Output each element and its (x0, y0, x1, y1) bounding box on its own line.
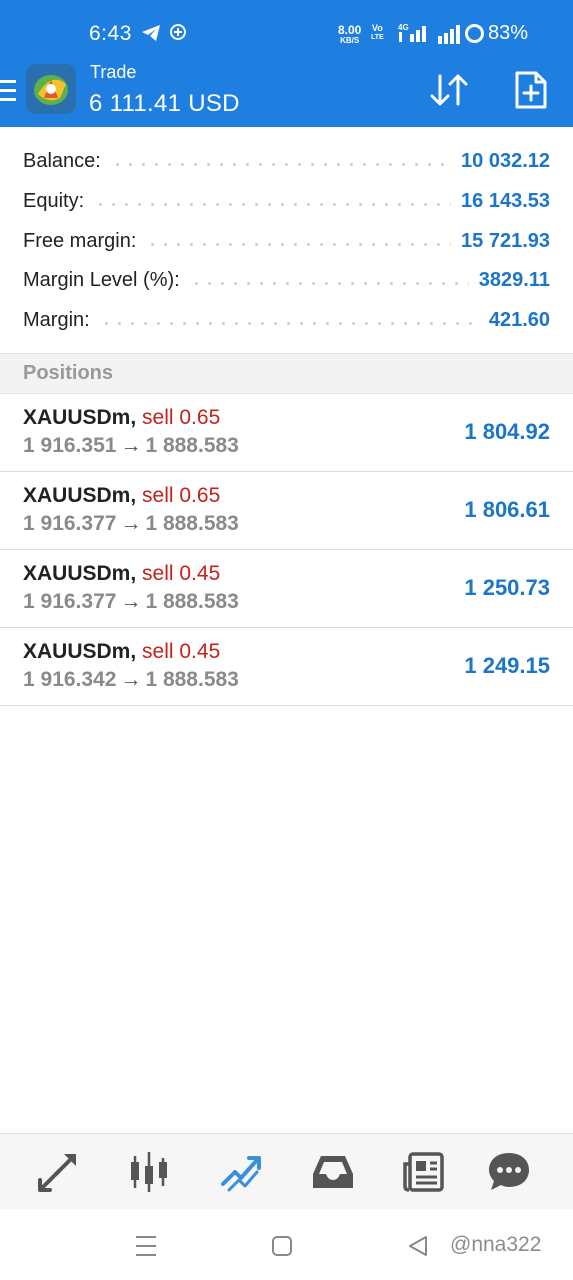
position-side: sell 0.65 (142, 484, 221, 507)
summary-row-free-margin: Free margin: 15 721.93 (23, 221, 550, 261)
network-type: 4G (398, 23, 409, 32)
signal-icon: 4G (398, 23, 426, 42)
net-speed-unit: KB/S (340, 36, 360, 45)
current-price: 1 888.583 (145, 668, 239, 691)
arrow-right-icon: → (120, 668, 142, 691)
arrow-right-icon: → (120, 434, 142, 457)
sort-icon[interactable] (427, 70, 471, 110)
volte-bottom: LTE (371, 34, 384, 41)
position-symbol: XAUUSDm, (23, 562, 137, 585)
summary-value: 10 032.12 (461, 149, 550, 172)
position-side: sell 0.45 (142, 640, 221, 663)
battery-level: 83% (488, 22, 529, 44)
position-symbol: XAUUSDm, (23, 640, 137, 663)
volte-indicator: Vo LTE (371, 24, 384, 42)
account-summary: Balance: 10 032.12 Equity: 16 143.53 Fre… (0, 127, 573, 354)
open-price: 1 916.351 (23, 434, 117, 457)
summary-value: 15 721.93 (461, 229, 550, 252)
recents-icon[interactable] (132, 1233, 160, 1259)
dotted-leader (189, 281, 469, 285)
position-row[interactable]: XAUUSDm, sell 0.65 1 916.377 → 1 888.583 1… (0, 472, 573, 550)
watermark: @nna322 (450, 1233, 542, 1256)
position-profit: 1 250.73 (464, 575, 550, 600)
metatrader-logo (26, 64, 76, 114)
history-icon[interactable] (311, 1150, 355, 1194)
net-speed: 8.00 KB/S (338, 24, 361, 46)
bottom-tab-bar (0, 1133, 573, 1209)
status-time: 6:43 (89, 22, 132, 45)
position-title: XAUUSDm, sell 0.45 (23, 640, 220, 664)
home-icon[interactable] (268, 1233, 296, 1259)
arrow-right-icon: → (120, 590, 142, 613)
position-symbol: XAUUSDm, (23, 406, 137, 429)
position-row[interactable]: XAUUSDm, sell 0.65 1 916.351 → 1 888.583 1… (0, 394, 573, 472)
header-balance: 6 111.41 USD (89, 90, 240, 117)
current-price: 1 888.583 (145, 590, 239, 613)
summary-row-margin-level: Margin Level (%): 3829.11 (23, 260, 550, 300)
position-side: sell 0.45 (142, 562, 221, 585)
menu-icon[interactable] (0, 80, 16, 102)
dotted-leader (94, 202, 452, 206)
volte-top: Vo (371, 23, 383, 33)
summary-value: 421.60 (488, 308, 550, 331)
position-title: XAUUSDm, sell 0.65 (23, 484, 220, 508)
section-title: Positions (23, 362, 114, 384)
position-prices: 1 916.377 → 1 888.583 (23, 590, 239, 614)
signal-icon-2 (438, 25, 460, 44)
new-order-icon[interactable] (514, 70, 548, 110)
position-prices: 1 916.351 → 1 888.583 (23, 434, 239, 458)
position-profit: 1 804.92 (464, 419, 550, 444)
summary-value: 16 143.53 (461, 189, 550, 212)
position-symbol: XAUUSDm, (23, 484, 137, 507)
current-price: 1 888.583 (145, 512, 239, 535)
header: 6:43 8.00 KB/S Vo LTE 4G 83% Trade 6 111… (0, 0, 573, 127)
summary-label: Equity: (23, 189, 85, 212)
position-title: XAUUSDm, sell 0.45 (23, 562, 220, 586)
position-side: sell 0.65 (142, 406, 221, 429)
telegram-icon (142, 25, 160, 41)
summary-value: 3829.11 (478, 268, 550, 291)
dotted-leader (99, 321, 479, 325)
summary-label: Balance: (23, 149, 101, 172)
net-speed-value: 8.00 (338, 23, 362, 37)
status-bar: 6:43 8.00 KB/S Vo LTE 4G 83% (0, 0, 573, 66)
chat-icon[interactable] (487, 1150, 531, 1194)
open-price: 1 916.377 (23, 512, 117, 535)
news-icon[interactable] (402, 1150, 446, 1194)
position-profit: 1 249.15 (464, 653, 550, 678)
quotes-icon[interactable] (36, 1150, 80, 1194)
position-profit: 1 806.61 (464, 497, 550, 522)
position-title: XAUUSDm, sell 0.65 (23, 406, 220, 430)
summary-row-balance: Balance: 10 032.12 (23, 141, 550, 181)
dotted-leader (110, 162, 452, 166)
arrow-right-icon: → (120, 512, 142, 535)
position-prices: 1 916.342 → 1 888.583 (23, 668, 239, 692)
summary-label: Margin Level (%): (23, 268, 180, 291)
position-row[interactable]: XAUUSDm, sell 0.45 1 916.342 → 1 888.583 1… (0, 628, 573, 706)
chart-icon[interactable] (127, 1150, 171, 1194)
position-row[interactable]: XAUUSDm, sell 0.45 1 916.377 → 1 888.583 1… (0, 550, 573, 628)
summary-label: Free margin: (23, 229, 137, 252)
trade-icon[interactable] (219, 1150, 263, 1194)
battery-icon (465, 24, 484, 43)
summary-row-margin: Margin: 421.60 (23, 300, 550, 340)
positions-header: Positions (0, 354, 573, 394)
app-title: Trade (90, 62, 137, 82)
back-icon[interactable] (404, 1233, 432, 1259)
open-price: 1 916.377 (23, 590, 117, 613)
summary-label: Margin: (23, 308, 90, 331)
open-price: 1 916.342 (23, 668, 117, 691)
location-icon (170, 24, 186, 40)
position-prices: 1 916.377 → 1 888.583 (23, 512, 239, 536)
summary-row-equity: Equity: 16 143.53 (23, 181, 550, 221)
current-price: 1 888.583 (145, 434, 239, 457)
dotted-leader (146, 242, 452, 246)
